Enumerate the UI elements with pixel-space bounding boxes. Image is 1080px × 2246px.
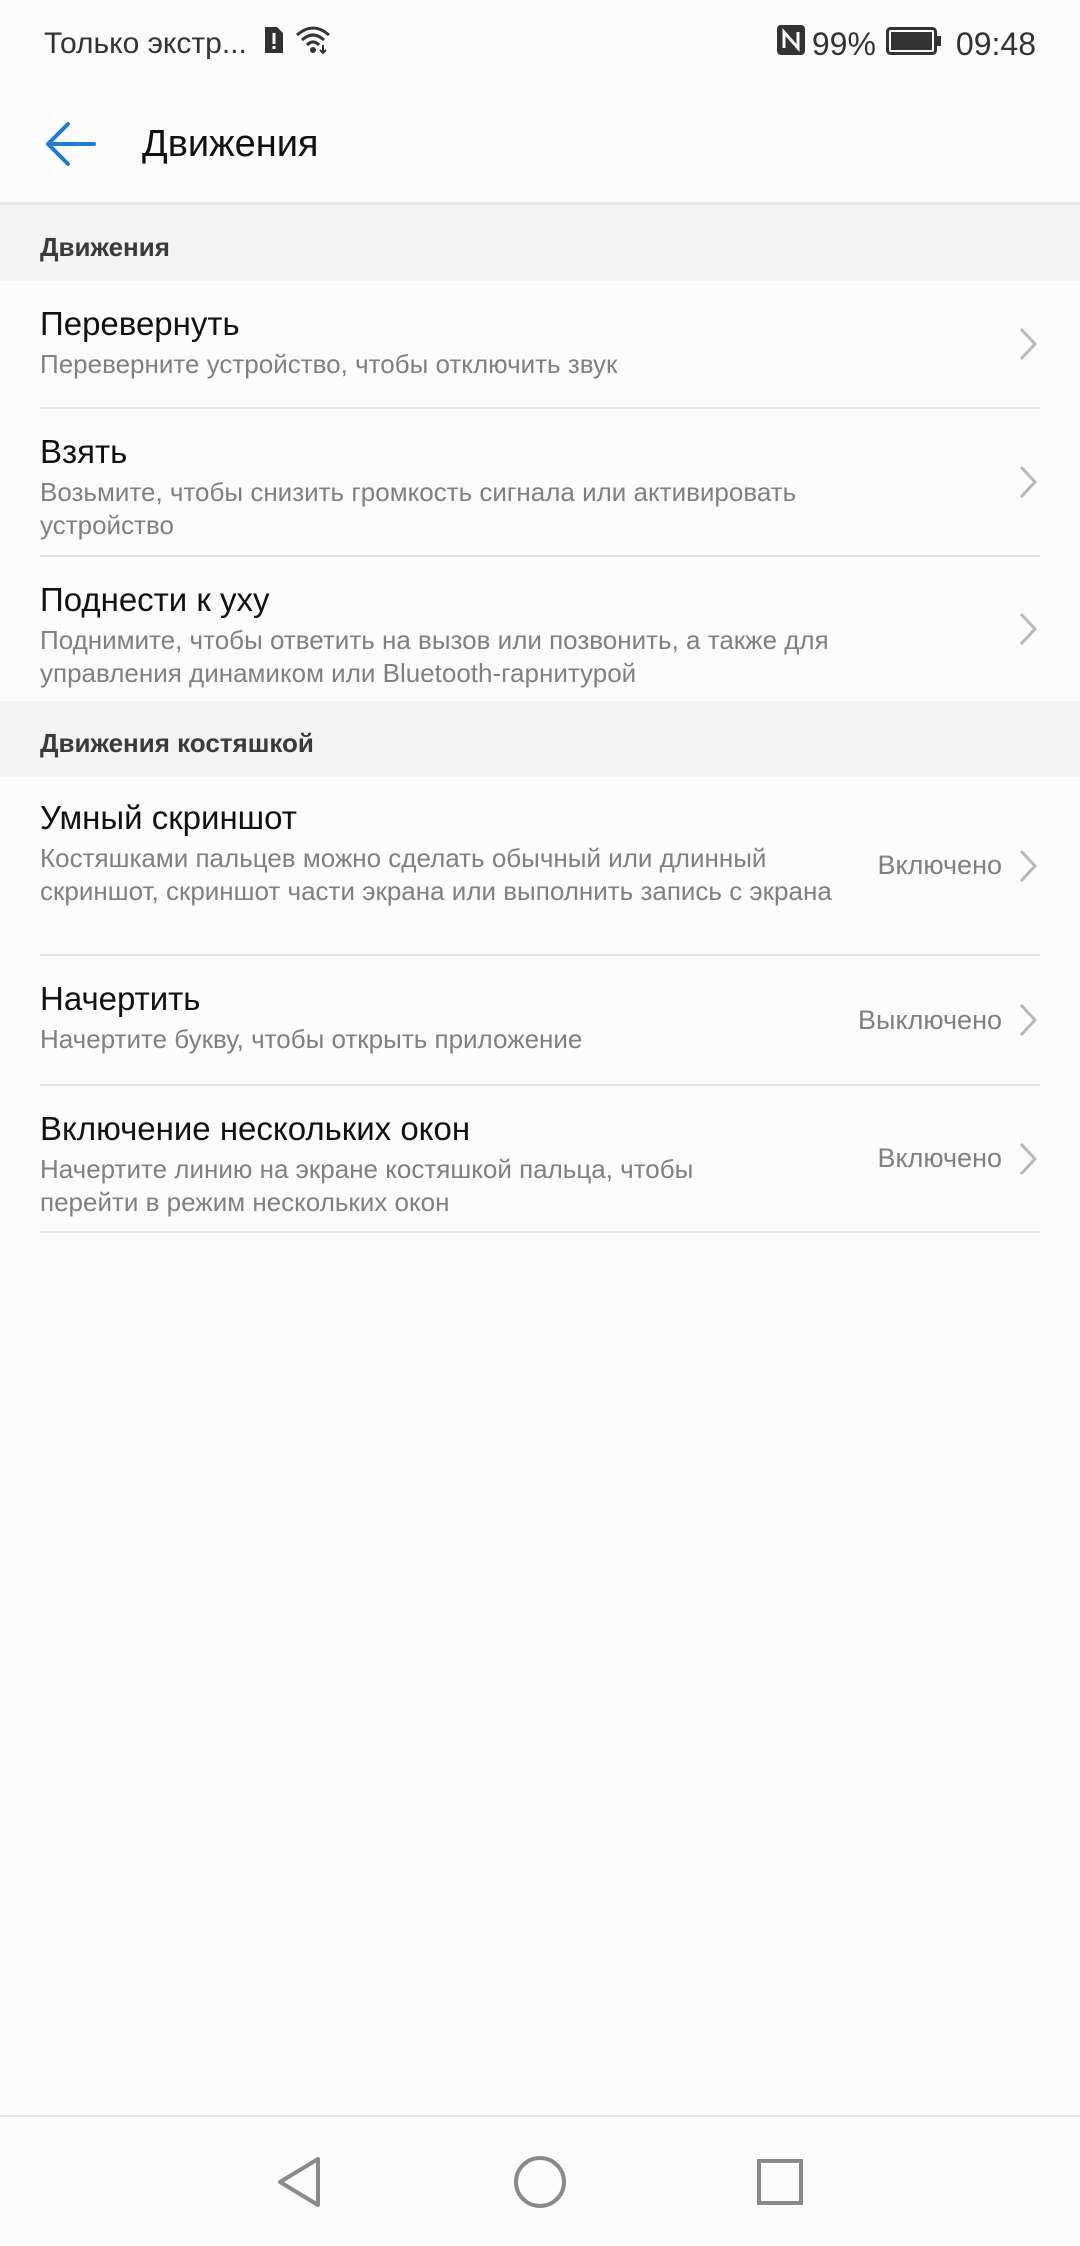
item-title: Взять xyxy=(40,433,128,470)
settings-list: Движения Перевернуть Переверните устройс… xyxy=(0,205,1080,1233)
list-item-multi-window[interactable]: Включение нескольких окон Начертите лини… xyxy=(0,1086,1080,1233)
section-header-knuckle-gestures: Движения костяшкой xyxy=(0,701,1080,777)
status-label: Выключено xyxy=(858,1004,1002,1035)
item-right xyxy=(1016,409,1040,555)
chevron-right-icon xyxy=(1016,324,1040,364)
item-description: Возьмите, чтобы снизить громкость сигнал… xyxy=(40,477,797,540)
sim-alert-icon xyxy=(263,25,285,63)
item-title: Поднести к уху xyxy=(40,581,270,618)
list-item-pick-up[interactable]: Взять Возьмите, чтобы снизить громкость … xyxy=(0,409,1080,557)
item-right: Включено xyxy=(877,1086,1040,1231)
battery-icon xyxy=(885,26,942,63)
page-title: Движения xyxy=(142,123,319,165)
triangle-back-icon xyxy=(278,2157,320,2207)
clock: 09:48 xyxy=(955,25,1036,62)
status-label: Включено xyxy=(877,1143,1002,1173)
chevron-right-icon xyxy=(1016,462,1040,502)
section-header-motions: Движения xyxy=(0,205,1080,281)
circle-home-icon xyxy=(514,2156,566,2208)
battery-percent: 99% xyxy=(811,25,876,62)
status-right: 99% 09:48 xyxy=(776,22,1036,66)
status-bar: Только экстр... 99% 09:48 xyxy=(0,0,1080,86)
nav-home-button[interactable] xyxy=(505,2147,575,2217)
chevron-right-icon xyxy=(1016,1139,1040,1179)
chevron-right-icon xyxy=(1016,1000,1040,1040)
item-right xyxy=(1016,557,1040,701)
list-item-raise-to-ear[interactable]: Поднести к уху Поднимите, чтобы ответить… xyxy=(0,557,1080,701)
app-header: Движения xyxy=(0,86,1080,205)
status-label: Включено xyxy=(877,850,1002,880)
status-left: Только экстр... xyxy=(44,24,331,64)
list-item-flip[interactable]: Перевернуть Переверните устройство, чтоб… xyxy=(0,281,1080,409)
chevron-right-icon xyxy=(1016,609,1040,649)
list-item-draw[interactable]: Начертить Начертите букву, чтобы открыть… xyxy=(0,956,1080,1086)
item-description: Поднимите, чтобы ответить на вызов или п… xyxy=(40,625,829,688)
carrier-label: Только экстр... xyxy=(44,27,247,60)
item-right xyxy=(1016,281,1040,407)
item-description: Переверните устройство, чтобы отключить … xyxy=(40,349,618,379)
back-button[interactable] xyxy=(30,114,110,174)
item-right: Включено xyxy=(877,777,1040,954)
nfc-icon xyxy=(776,24,806,64)
item-right: Выключено xyxy=(858,956,1040,1084)
nav-recent-button[interactable] xyxy=(745,2147,815,2217)
navigation-bar xyxy=(0,2115,1080,2246)
arrow-left-icon xyxy=(46,122,96,166)
nav-back-button[interactable] xyxy=(264,2147,334,2217)
chevron-right-icon xyxy=(1016,846,1040,886)
wifi-icon xyxy=(295,25,331,63)
item-title: Перевернуть xyxy=(40,305,240,342)
list-item-smart-screenshot[interactable]: Умный скриншот Костяшками пальцев можно … xyxy=(0,777,1080,956)
square-recent-icon xyxy=(757,2159,803,2205)
